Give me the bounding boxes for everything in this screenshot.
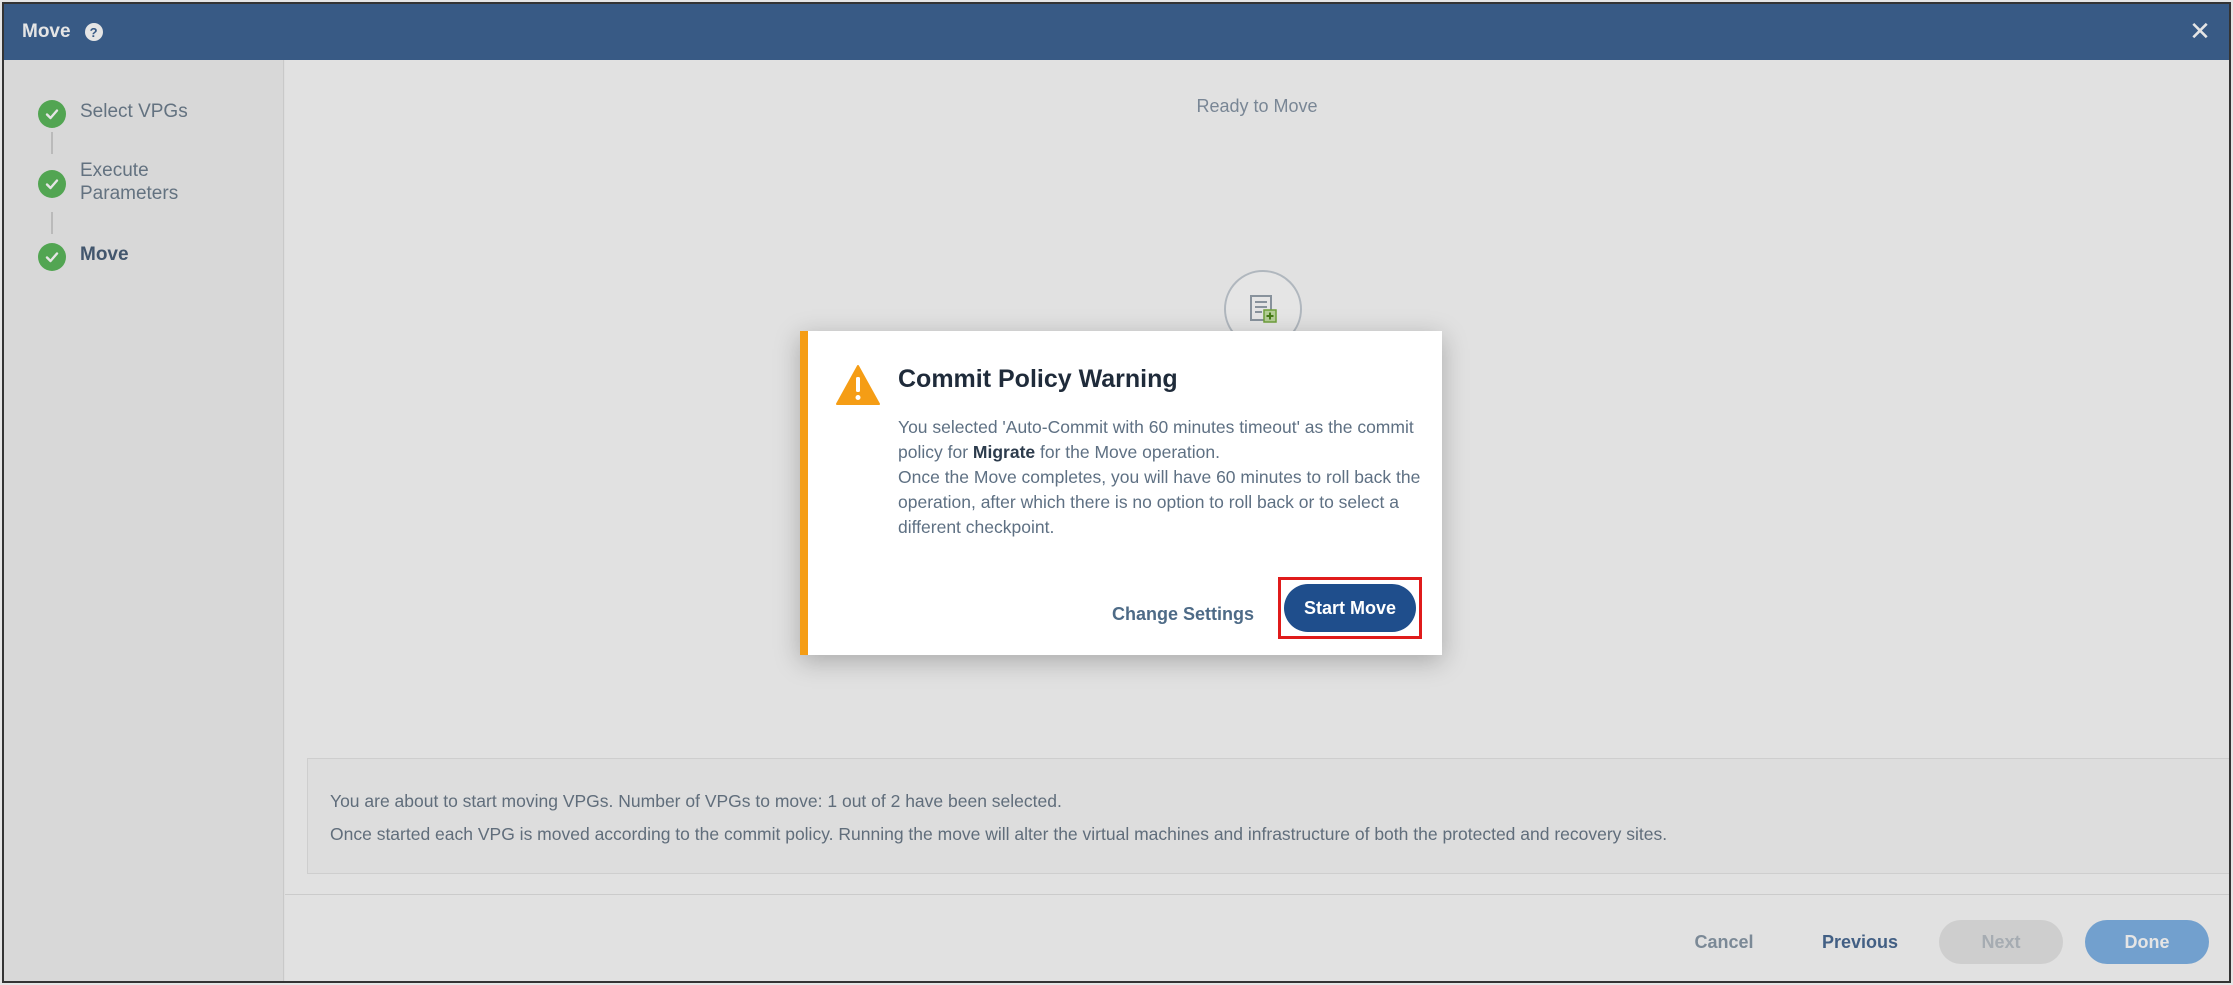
start-move-button[interactable]: Start Move [1284, 584, 1416, 632]
dialog-message-text: for the Move operation. [1035, 442, 1220, 462]
warning-triangle-icon [835, 364, 881, 411]
commit-policy-warning-dialog: Commit Policy Warning You selected 'Auto… [800, 331, 1442, 655]
dialog-message: You selected 'Auto-Commit with 60 minute… [898, 415, 1428, 540]
dialog-message-text: Once the Move completes, you will have 6… [898, 467, 1421, 537]
change-settings-button[interactable]: Change Settings [1088, 594, 1278, 634]
dialog-message-emphasis: Migrate [972, 442, 1036, 462]
dialog-title: Commit Policy Warning [898, 365, 1178, 393]
